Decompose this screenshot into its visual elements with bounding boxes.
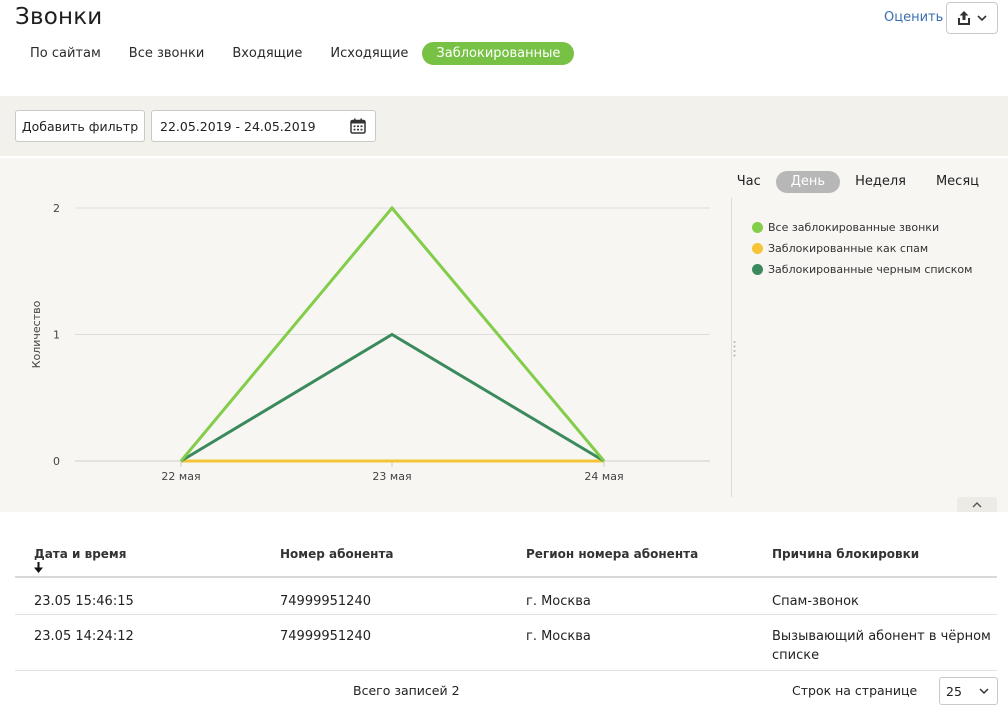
calls-tabs: По сайтам Все звонки Входящие Исходящие …: [16, 41, 575, 65]
period-month[interactable]: Месяц: [921, 171, 994, 193]
cell-datetime: 23.05 14:24:12: [34, 629, 134, 644]
cell-reason: Спам-звонок: [772, 594, 859, 609]
legend-label: Заблокированные как спам: [768, 242, 929, 255]
tab-by-sites[interactable]: По сайтам: [16, 42, 115, 65]
legend-item-all-blocked[interactable]: Все заблокированные звонки: [752, 217, 972, 238]
column-header-reason[interactable]: Причина блокировки: [772, 547, 919, 561]
tab-blocked[interactable]: Заблокированные: [422, 41, 575, 65]
page-title: Звонки: [15, 4, 103, 30]
chevron-up-icon: [972, 501, 982, 507]
add-filter-button[interactable]: Добавить фильтр: [15, 110, 145, 142]
cell-reason: Вызывающий абонент в чёрном списке: [772, 629, 991, 663]
legend-item-spam[interactable]: Заблокированные как спам: [752, 238, 972, 259]
drag-handle-icon[interactable]: [733, 340, 736, 358]
legend-marker: [752, 264, 763, 275]
filter-bar: Добавить фильтр 22.05.2019 - 24.05.2019: [0, 96, 1008, 156]
rate-link[interactable]: Оценить: [884, 10, 943, 25]
chart-area: 0 1 2 22 мая 23 мая 24 мая Количество Час День…: [0, 158, 1008, 512]
cell-region: г. Москва: [526, 594, 591, 609]
collapse-chart-button[interactable]: [957, 497, 997, 512]
cell-region: г. Москва: [526, 629, 591, 644]
column-header-datetime[interactable]: Дата и время: [34, 547, 126, 561]
chevron-down-icon: [977, 14, 987, 21]
total-records: Всего записей 2: [353, 683, 460, 698]
cell-number: 74999951240: [280, 629, 371, 644]
period-hour[interactable]: Час: [722, 171, 776, 193]
tab-outgoing[interactable]: Исходящие: [316, 42, 422, 65]
period-week[interactable]: Неделя: [840, 171, 921, 193]
y-tick-label: 0: [53, 455, 60, 468]
legend-label: Все заблокированные звонки: [768, 221, 940, 234]
chevron-down-icon: [979, 687, 989, 694]
legend-marker: [752, 222, 763, 233]
table-row[interactable]: 23.05 15:46:15 74999951240 г. Москва Спа…: [15, 578, 997, 615]
y-axis-label: Количество: [30, 300, 43, 368]
series-line: [180, 332, 605, 463]
x-tick-label: 24 мая: [584, 470, 623, 483]
rows-per-page-select[interactable]: 25: [939, 677, 998, 705]
legend-label: Заблокированные черным списком: [768, 263, 973, 276]
legend-item-blacklist[interactable]: Заблокированные черным списком: [752, 259, 972, 280]
rows-per-page-value: 25: [946, 683, 962, 699]
table-header: Дата и время Номер абонента Регион номер…: [15, 533, 997, 578]
table-row[interactable]: 23.05 14:24:12 74999951240 г. Москва Выз…: [15, 615, 997, 671]
chart-legend: Все заблокированные звонки Заблокированн…: [752, 217, 972, 280]
share-upload-icon: [958, 11, 970, 25]
tab-all-calls[interactable]: Все звонки: [115, 42, 219, 65]
date-range-value: 22.05.2019 - 24.05.2019: [160, 118, 316, 134]
cell-datetime: 23.05 15:46:15: [34, 594, 134, 609]
blocked-calls-table: Дата и время Номер абонента Регион номер…: [15, 533, 997, 671]
rows-per-page-label: Строк на странице: [792, 683, 918, 698]
cell-number: 74999951240: [280, 594, 371, 609]
period-day[interactable]: День: [775, 171, 841, 193]
x-tick-label: 22 мая: [161, 470, 200, 483]
legend-marker: [752, 243, 763, 254]
column-header-region[interactable]: Регион номера абонента: [526, 547, 698, 561]
tab-incoming[interactable]: Входящие: [218, 42, 316, 65]
period-switch: Час День Неделя Месяц: [722, 171, 994, 193]
date-range-field[interactable]: 22.05.2019 - 24.05.2019: [151, 110, 376, 142]
arrow-down-icon[interactable]: [34, 562, 43, 573]
y-tick-label: 2: [53, 202, 60, 215]
calendar-icon[interactable]: [350, 118, 366, 134]
line-chart: 0 1 2 22 мая 23 мая 24 мая Количество: [30, 202, 710, 483]
export-button[interactable]: [946, 2, 998, 34]
column-header-number[interactable]: Номер абонента: [280, 547, 394, 561]
y-tick-label: 1: [53, 329, 60, 342]
x-tick-label: 23 мая: [372, 470, 411, 483]
chart-legend-divider: [731, 198, 732, 497]
